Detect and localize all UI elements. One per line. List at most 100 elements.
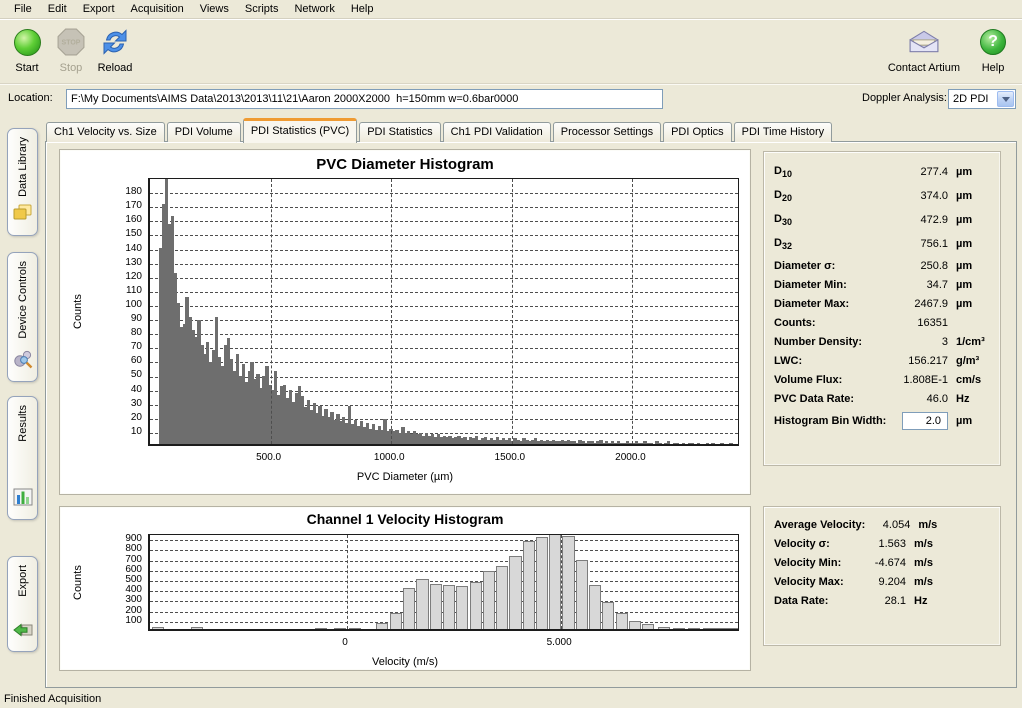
histogram-bar [697,443,700,444]
tab-pdi-volume[interactable]: PDI Volume [167,122,241,142]
sidebar-item-label: Data Library [17,137,29,197]
tab-ch1-velocity-vs-size[interactable]: Ch1 Velocity vs. Size [46,122,165,142]
velocity-histogram-panel: Channel 1 Velocity HistogramCounts100200… [59,506,751,671]
stop-button[interactable]: STOP Stop [52,25,90,74]
stat-label: Diameter Min: [774,279,884,291]
y-tick-label: 700 [110,554,142,565]
stat-label: Data Rate: [774,595,854,607]
stat-label: Velocity σ: [774,538,854,550]
x-tick-label: 5.000 [536,637,582,648]
tab-pdi-statistics[interactable]: PDI Statistics [359,122,440,142]
h-gridline [150,581,738,582]
stat-value: -4.674 [854,557,906,569]
stat-value: 277.4 [884,166,948,178]
h-gridline [150,207,738,208]
x-tick-label: 0 [322,637,368,648]
stat-unit: m/s [906,538,946,550]
stat-row: Diameter Min:34.7µm [774,275,990,294]
toolbar-button-label: Contact Artium [888,62,960,74]
plot-area[interactable] [148,534,739,631]
histogram-bar [403,588,415,629]
y-tick-label: 900 [110,533,142,544]
toolbar-right-group: Contact Artium ?Help [888,25,1012,74]
stat-value: 1.563 [854,538,906,550]
tab-pdi-time-history[interactable]: PDI Time History [734,122,833,142]
menu-item-help[interactable]: Help [343,1,382,17]
histogram-bar [711,443,714,444]
sidebar-item-export[interactable]: Export [7,556,38,652]
stat-unit: µm [948,298,990,310]
x-axis-label: Velocity (m/s) [60,656,750,668]
application-window: FileEditExportAcquisitionViewsScriptsNet… [0,0,1022,708]
x-tick-label: 2000.0 [607,452,653,463]
histogram-bin-width-label: Histogram Bin Width: [774,415,902,427]
h-gridline [150,292,738,293]
pvc-diameter-histogram-panel: PVC Diameter HistogramCounts102030405060… [59,149,751,495]
y-tick-label: 10 [110,426,142,437]
histogram-bar [443,585,455,629]
histogram-bar [576,560,588,629]
menu-item-network[interactable]: Network [286,1,342,17]
stat-row: PVC Data Rate:46.0Hz [774,389,990,408]
histogram-bar [691,443,694,444]
histogram-bar [658,443,661,444]
stat-row: Number Density:31/cm³ [774,332,990,351]
stat-label: Volume Flux: [774,374,884,386]
tab-pdi-optics[interactable]: PDI Optics [663,122,732,142]
histogram-bar [334,628,346,629]
pvc-statistics-panel: D10277.4µmD20374.0µmD30472.9µmD32756.1µm… [763,151,1001,466]
stat-row: Diameter σ:250.8µm [774,256,990,275]
status-bar: Finished Acquisition [0,689,1022,708]
sidebar-item-device-controls[interactable]: Device Controls [7,252,38,382]
stat-label: Velocity Max: [774,576,854,588]
plot-area[interactable] [148,178,739,446]
stat-label: LWC: [774,355,884,367]
sidebar-item-results[interactable]: Results [7,396,38,520]
stat-value: 374.0 [884,190,948,202]
v-gridline [512,179,513,444]
stop-icon: STOP [57,25,85,59]
menu-item-acquisition[interactable]: Acquisition [123,1,192,17]
location-label: Location: [8,92,53,104]
histogram-bar [549,534,561,629]
histogram-bin-width-input[interactable] [902,412,948,430]
h-gridline [150,193,738,194]
tab-ch1-pdi-validation[interactable]: Ch1 PDI Validation [443,122,551,142]
menu-item-file[interactable]: File [6,1,40,17]
stat-unit: µm [948,415,990,427]
help-icon: ? [980,25,1006,59]
y-tick-label: 400 [110,584,142,595]
tab-pdi-statistics-pvc-[interactable]: PDI Statistics (PVC) [243,118,357,143]
start-button[interactable]: Start [8,25,46,74]
menu-item-views[interactable]: Views [192,1,237,17]
stat-label: Counts: [774,317,884,329]
stat-unit: m/s [910,519,946,531]
help-button[interactable]: ?Help [974,25,1012,74]
stat-row: Average Velocity:4.054m/s [774,515,990,534]
status-text: Finished Acquisition [4,693,101,705]
toolbar-button-label: Stop [60,62,83,74]
x-tick-label: 500.0 [246,452,292,463]
histogram-bar [536,537,548,629]
tab-processor-settings[interactable]: Processor Settings [553,122,661,142]
histogram-bin-width-row: Histogram Bin Width: µm [774,408,990,434]
stat-row: Volume Flux:1.808E-1cm/s [774,370,990,389]
chevron-down-icon[interactable] [997,91,1014,107]
y-tick-label: 40 [110,384,142,395]
h-gridline [150,278,738,279]
y-tick-label: 160 [110,214,142,225]
doppler-analysis-dropdown[interactable]: 2D PDI [948,89,1016,109]
menu-item-edit[interactable]: Edit [40,1,75,17]
sidebar-item-label: Device Controls [17,261,29,339]
stat-unit: µm [948,260,990,272]
menu-item-export[interactable]: Export [75,1,123,17]
histogram-bar [682,443,685,444]
stat-row: Velocity Max:9.204m/s [774,572,990,591]
menu-item-scripts[interactable]: Scripts [237,1,287,17]
sidebar-item-data-library[interactable]: Data Library [7,128,38,236]
location-input[interactable] [66,89,663,109]
stat-row: Diameter Max:2467.9µm [774,294,990,313]
contact-artium-button[interactable]: Contact Artium [888,25,960,74]
tab-strip: Ch1 Velocity vs. SizePDI VolumePDI Stati… [46,117,1016,142]
reload-button[interactable]: Reload [96,25,134,74]
